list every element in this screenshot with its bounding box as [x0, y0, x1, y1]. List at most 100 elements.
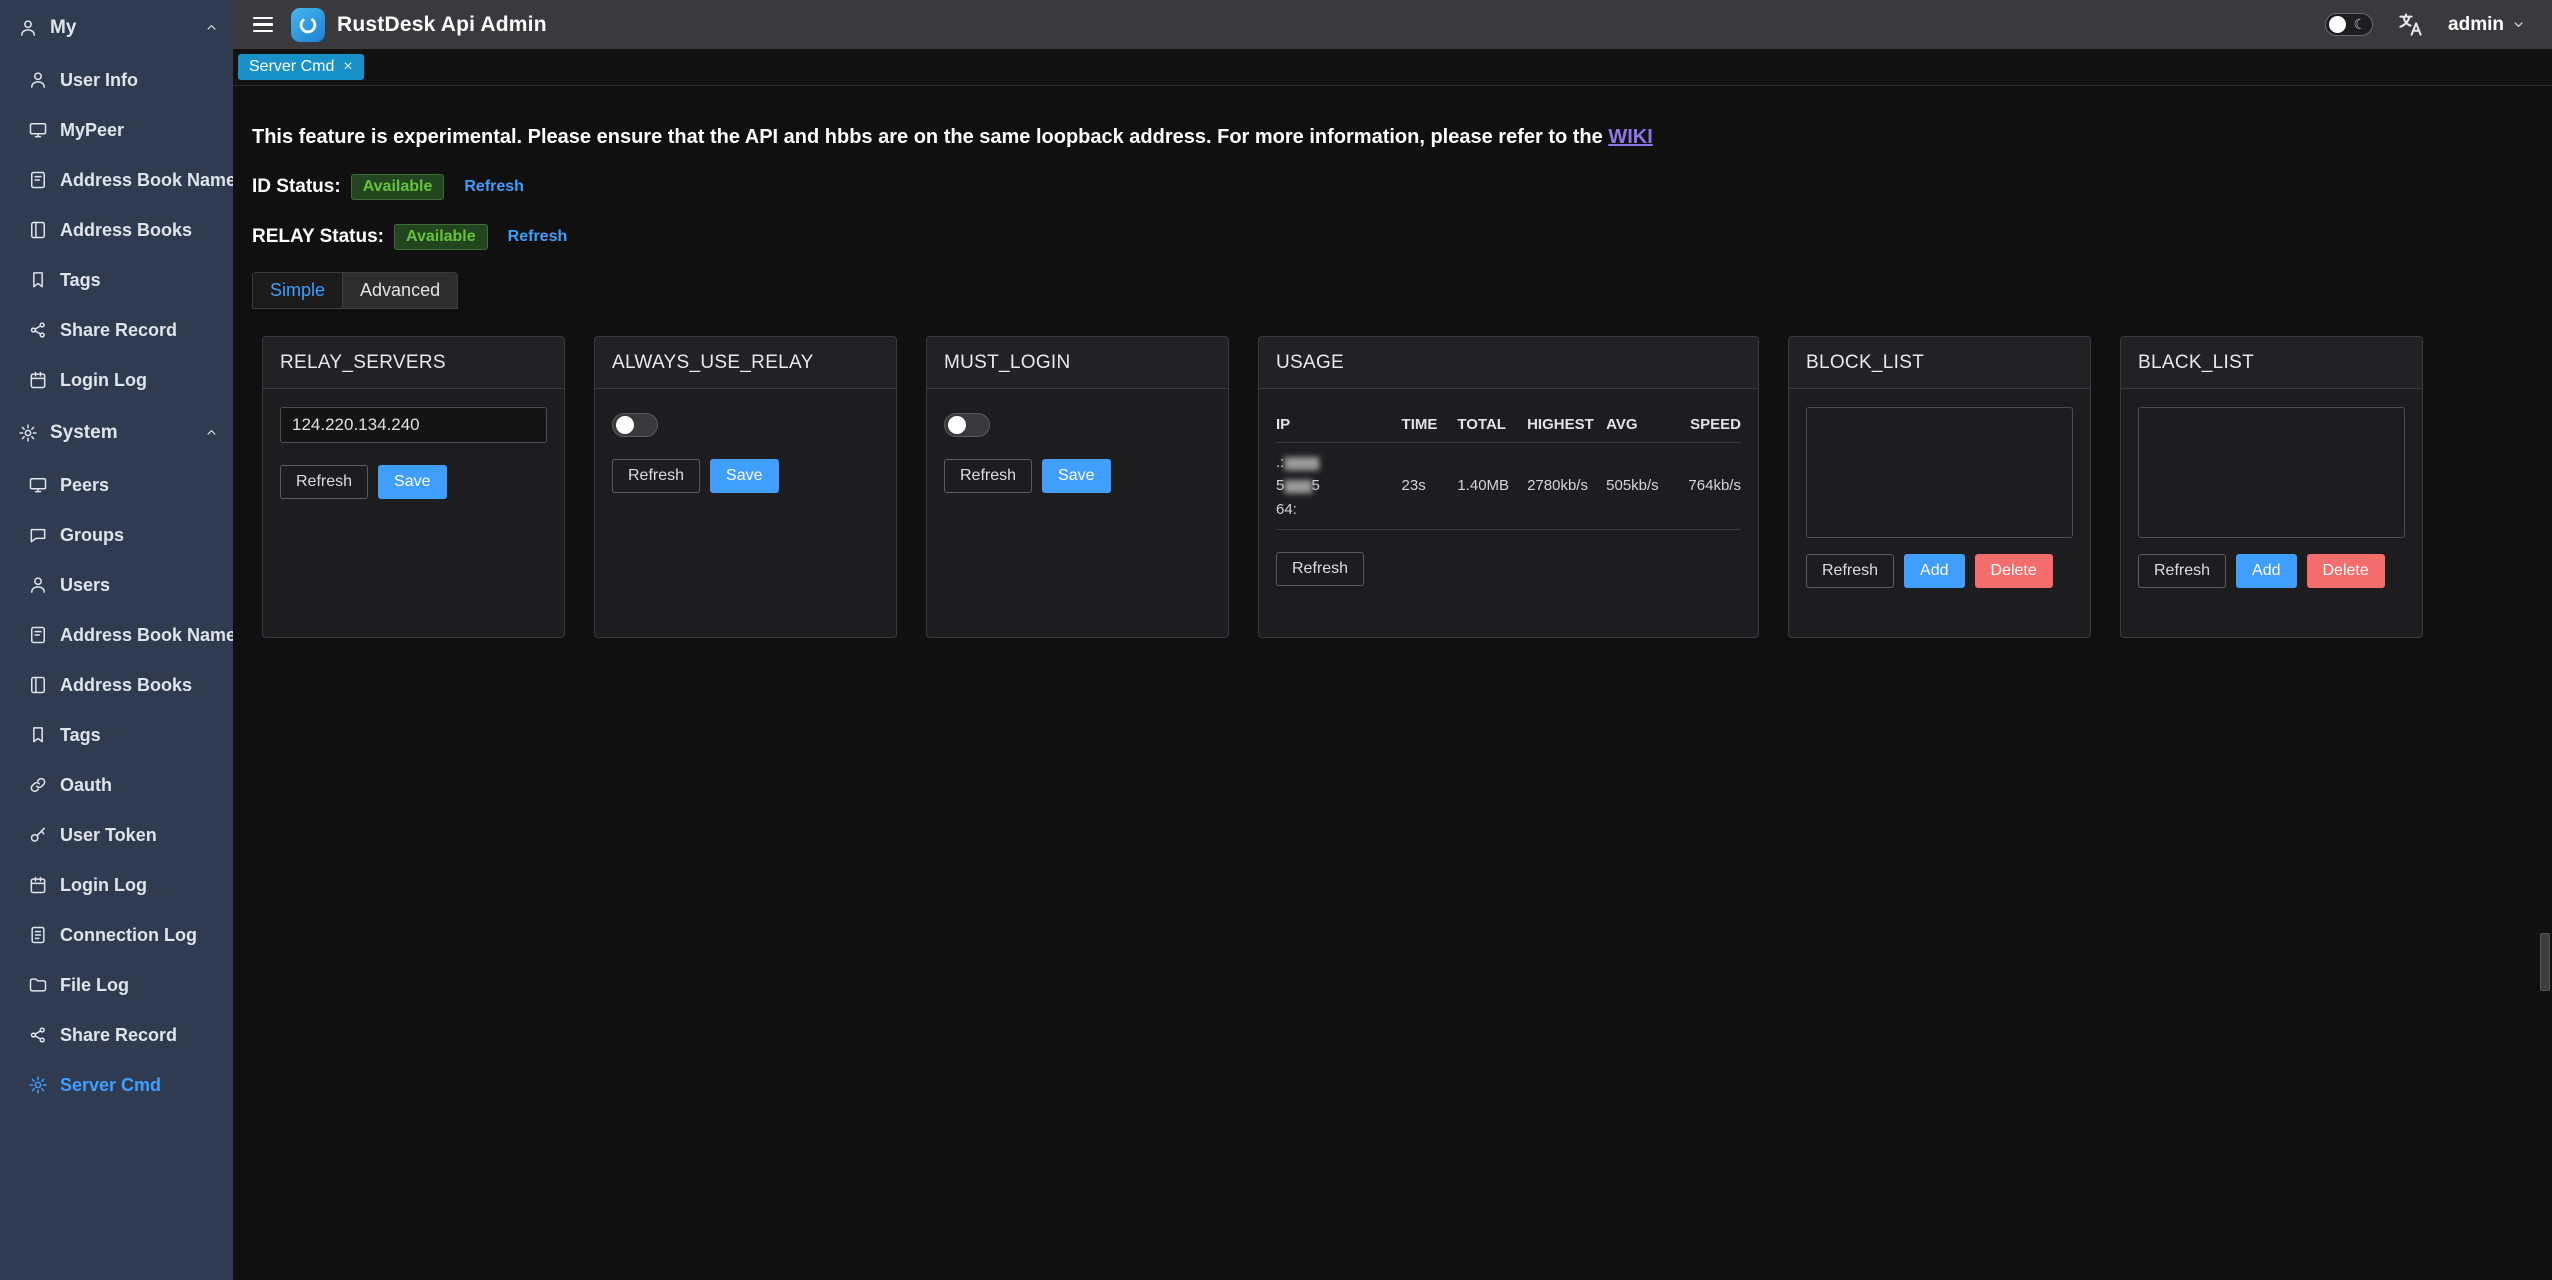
scrollbar-thumb[interactable] — [2540, 933, 2550, 991]
book-icon — [28, 170, 48, 190]
cards-row: RELAY_SERVERS RefreshSave ALWAYS_USE_REL… — [262, 336, 2522, 638]
wiki-link[interactable]: WIKI — [1608, 126, 1652, 148]
sidebar-item-groups[interactable]: Groups — [0, 510, 233, 560]
sidebar-item-share-record[interactable]: Share Record — [0, 1010, 233, 1060]
sidebar-item-label: Share Record — [60, 320, 177, 341]
app-root: MyUser Info MyPeer Address Book Name Addres… — [0, 0, 2552, 1280]
sidebar: MyUser Info MyPeer Address Book Name Addres… — [0, 0, 233, 1280]
sidebar-item-label: File Log — [60, 975, 129, 996]
sidebar-item-users[interactable]: Users — [0, 560, 233, 610]
sidebar-item-login-log[interactable]: Login Log — [0, 355, 233, 405]
sidebar-item-tags[interactable]: Tags — [0, 255, 233, 305]
user-name: admin — [2448, 14, 2504, 36]
sidebar-item-user-info[interactable]: User Info — [0, 55, 233, 105]
usage-col-ip: IP — [1276, 416, 1402, 433]
usage-avg: 505kb/s — [1606, 477, 1666, 494]
sidebar-item-label: Server Cmd — [60, 1075, 161, 1096]
sidebar-item-address-books[interactable]: Address Books — [0, 660, 233, 710]
usage-table: IPTIMETOTALHIGHESTAVGSPEED .:█████5████5… — [1276, 407, 1741, 530]
sidebar-item-label: Oauth — [60, 775, 112, 796]
sidebar-item-address-book-names[interactable]: Address Book Names — [0, 610, 233, 660]
usage-col-total: TOTAL — [1457, 416, 1527, 433]
monitor-icon — [28, 475, 48, 495]
sidebar-item-label: Address Book Name — [60, 170, 233, 191]
gear-icon — [28, 1075, 48, 1095]
sidebar-item-label: MyPeer — [60, 120, 124, 141]
toggle-knob — [2329, 16, 2346, 33]
card-always-use-relay: ALWAYS_USE_RELAY Refresh Save — [594, 336, 897, 638]
usage-total: 1.40MB — [1457, 477, 1527, 494]
status-rows: ID Status: Available Refresh RELAY Statu… — [252, 172, 2522, 252]
user-icon — [28, 575, 48, 595]
sidebar-item-address-books[interactable]: Address Books — [0, 205, 233, 255]
sidebar-section-my[interactable]: My — [0, 0, 233, 55]
sidebar-item-connection-log[interactable]: Connection Log — [0, 910, 233, 960]
mode-tabs: SimpleAdvanced — [252, 272, 2522, 309]
status-refresh-link[interactable]: Refresh — [508, 228, 568, 246]
open-tab-label: Server Cmd — [249, 58, 334, 76]
app-title: RustDesk Api Admin — [337, 13, 547, 37]
usage-refresh-button[interactable]: Refresh — [1276, 552, 1364, 586]
black-list-refresh-button[interactable]: Refresh — [2138, 554, 2226, 588]
sidebar-item-tags[interactable]: Tags — [0, 710, 233, 760]
theme-toggle[interactable]: ☾ — [2325, 13, 2373, 36]
block-list-refresh-button[interactable]: Refresh — [1806, 554, 1894, 588]
always-use-relay-save-button[interactable]: Save — [710, 459, 778, 493]
sidebar-section-system[interactable]: System — [0, 405, 233, 460]
black-list-add-button[interactable]: Add — [2236, 554, 2296, 588]
card-body: Refresh Add Delete — [1789, 389, 2090, 637]
redacted-text: █████ — [1284, 458, 1318, 470]
usage-ip-line: .:█████ — [1276, 451, 1402, 474]
black-list-delete-button[interactable]: Delete — [2307, 554, 2385, 588]
monitor-icon — [28, 120, 48, 140]
menu-icon[interactable] — [251, 13, 275, 37]
sidebar-item-login-log[interactable]: Login Log — [0, 860, 233, 910]
tab-simple[interactable]: Simple — [252, 272, 343, 309]
always-use-relay-switch[interactable] — [612, 413, 658, 437]
usage-col-speed: SPEED — [1667, 416, 1741, 433]
rustdesk-logo-icon — [291, 8, 325, 42]
relay-servers-input[interactable] — [280, 407, 547, 443]
block-list-textarea[interactable] — [1806, 407, 2073, 538]
status-refresh-link[interactable]: Refresh — [464, 178, 524, 196]
sidebar-item-user-token[interactable]: User Token — [0, 810, 233, 860]
sidebar-item-file-log[interactable]: File Log — [0, 960, 233, 1010]
must-login-switch[interactable] — [944, 413, 990, 437]
block-list-add-button[interactable]: Add — [1904, 554, 1964, 588]
must-login-refresh-button[interactable]: Refresh — [944, 459, 1032, 493]
tab-advanced[interactable]: Advanced — [342, 272, 458, 309]
relay-servers-refresh-button[interactable]: Refresh — [280, 465, 368, 499]
usage-ip-line: 64: — [1276, 498, 1402, 521]
sidebar-item-label: Share Record — [60, 1025, 177, 1046]
gear-icon — [18, 423, 38, 443]
key-icon — [28, 825, 48, 845]
block-list-delete-button[interactable]: Delete — [1975, 554, 2053, 588]
notice-text: This feature is experimental. Please ens… — [252, 126, 1608, 148]
close-tab-icon[interactable]: × — [343, 59, 352, 75]
status-badge: Available — [351, 174, 445, 200]
card-title-block-list: BLOCK_LIST — [1789, 337, 2090, 389]
sidebar-item-server-cmd[interactable]: Server Cmd — [0, 1060, 233, 1110]
black-list-textarea[interactable] — [2138, 407, 2405, 538]
card-title-usage: USAGE — [1259, 337, 1758, 389]
sidebar-item-address-book-name[interactable]: Address Book Name — [0, 155, 233, 205]
must-login-save-button[interactable]: Save — [1042, 459, 1110, 493]
usage-time: 23s — [1402, 477, 1458, 494]
switch-knob — [616, 416, 634, 434]
user-menu[interactable]: admin — [2448, 14, 2526, 36]
always-use-relay-refresh-button[interactable]: Refresh — [612, 459, 700, 493]
sidebar-item-peers[interactable]: Peers — [0, 460, 233, 510]
relay-servers-save-button[interactable]: Save — [378, 465, 446, 499]
card-must-login: MUST_LOGIN RefreshSave — [926, 336, 1229, 638]
sidebar-item-share-record[interactable]: Share Record — [0, 305, 233, 355]
sidebar-item-oauth[interactable]: Oauth — [0, 760, 233, 810]
content: This feature is experimental. Please ens… — [233, 86, 2552, 1280]
user-icon — [18, 18, 38, 38]
usage-col-avg: AVG — [1606, 416, 1666, 433]
open-tab-server-cmd[interactable]: Server Cmd × — [238, 54, 364, 80]
translate-icon[interactable] — [2397, 11, 2424, 38]
card-title-always-use-relay: ALWAYS_USE_RELAY — [595, 337, 896, 389]
sidebar-item-mypeer[interactable]: MyPeer — [0, 105, 233, 155]
usage-ip-line: 5████5 — [1276, 474, 1402, 497]
sidebar-nav: MyUser Info MyPeer Address Book Name Addres… — [0, 0, 233, 1110]
